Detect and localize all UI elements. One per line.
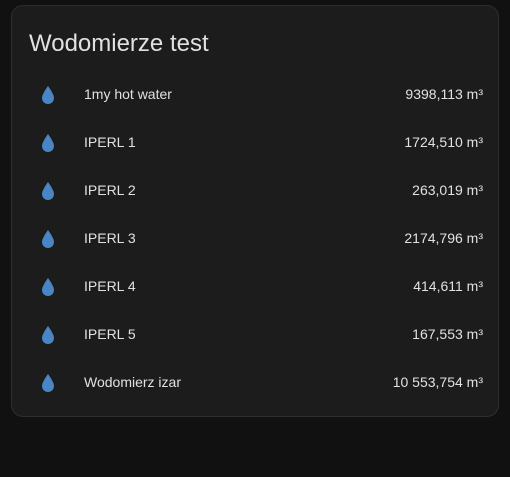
entity-row-iperl-3[interactable]: IPERL 3 2174,796 m³: [12, 214, 498, 262]
entity-name: Wodomierz izar: [84, 374, 181, 390]
entity-state: 10 553,754 m³: [392, 374, 483, 390]
water-drop-icon: [42, 230, 54, 248]
water-drop-icon: [42, 182, 54, 200]
entity-row-1my-hot-water[interactable]: 1my hot water 9398,113 m³: [12, 70, 498, 118]
entity-state: 9398,113 m³: [405, 86, 483, 102]
entity-name: IPERL 2: [84, 182, 136, 198]
entity-state: 167,553 m³: [412, 326, 483, 342]
entity-row-iperl-5[interactable]: IPERL 5 167,553 m³: [12, 310, 498, 358]
water-drop-icon: [42, 326, 54, 344]
entity-row-iperl-4[interactable]: IPERL 4 414,611 m³: [12, 262, 498, 310]
water-drop-icon: [42, 374, 54, 392]
entity-state: 2174,796 m³: [404, 230, 483, 246]
entity-name: IPERL 1: [84, 134, 136, 150]
entity-name: IPERL 4: [84, 278, 136, 294]
entity-state: 414,611 m³: [413, 278, 483, 294]
water-drop-icon: [42, 134, 54, 152]
entities-card: Wodomierze test 1my hot water 9398,113 m…: [11, 5, 499, 417]
entity-row-iperl-2[interactable]: IPERL 2 263,019 m³: [12, 166, 498, 214]
entity-row-wodomierz-izar[interactable]: Wodomierz izar 10 553,754 m³: [12, 358, 498, 406]
entity-state: 1724,510 m³: [404, 134, 483, 150]
entity-name: IPERL 5: [84, 326, 136, 342]
entity-row-iperl-1[interactable]: IPERL 1 1724,510 m³: [12, 118, 498, 166]
entity-name: IPERL 3: [84, 230, 136, 246]
entity-state: 263,019 m³: [412, 182, 483, 198]
entity-name: 1my hot water: [84, 86, 172, 102]
card-title: Wodomierze test: [29, 30, 209, 57]
water-drop-icon: [42, 278, 54, 296]
entity-list: 1my hot water 9398,113 m³ IPERL 1 1724,5…: [12, 70, 498, 406]
water-drop-icon: [42, 86, 54, 104]
